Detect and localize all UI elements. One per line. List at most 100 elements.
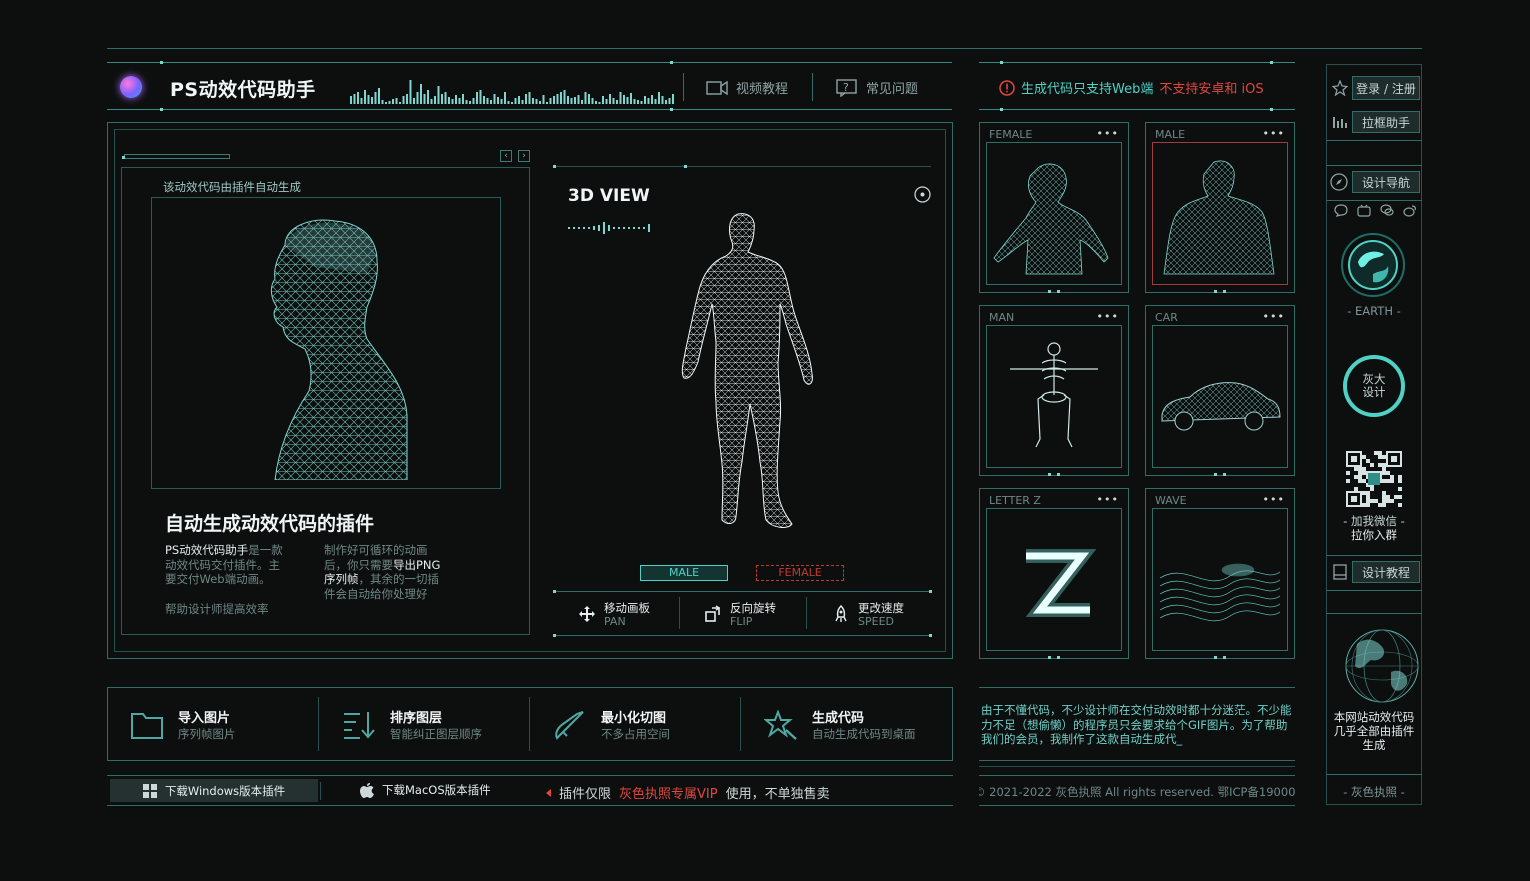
download-windows-button[interactable]: 下载Windows版本插件 bbox=[110, 779, 318, 802]
download-mac-label: 下载MacOS版本插件 bbox=[382, 783, 491, 797]
generate-sub: 自动生成代码到桌面 bbox=[812, 727, 916, 741]
windows-logo-icon bbox=[142, 783, 157, 798]
caret-left-icon bbox=[546, 788, 551, 797]
minimize-sub: 不多占用空间 bbox=[601, 727, 670, 741]
male-tab[interactable]: MALE bbox=[640, 565, 728, 581]
wechat-icon[interactable] bbox=[1380, 204, 1394, 217]
sort-layers-icon bbox=[344, 711, 375, 739]
brand-circle[interactable]: 灰大 设计 bbox=[1343, 355, 1405, 417]
bilibili-icon[interactable] bbox=[1357, 204, 1371, 217]
faq-label: 常见问题 bbox=[866, 82, 919, 97]
book-icon bbox=[1333, 564, 1347, 580]
female-tab[interactable]: FEMALE bbox=[756, 565, 844, 581]
thumbnail-card[interactable]: FEMALE ••• bbox=[979, 122, 1129, 293]
question-mark-icon: ? bbox=[836, 78, 857, 97]
download-windows-label: 下载Windows版本插件 bbox=[164, 783, 286, 798]
more-dots-icon[interactable]: ••• bbox=[1263, 493, 1285, 506]
bar-chart-icon bbox=[1333, 117, 1347, 128]
notice-text: 生成代码只支持Web端 bbox=[1021, 82, 1154, 97]
design-nav-button[interactable]: 设计导航 bbox=[1352, 171, 1420, 193]
import-images-tool[interactable]: 导入图片 序列帧图片 bbox=[130, 707, 236, 742]
thumbnail-card[interactable]: CAR ••• bbox=[1145, 305, 1295, 476]
left-desc-1: PS动效代码助手是一款动效代码交付插件。主要交付Web端动画。 bbox=[165, 543, 290, 587]
video-tutorial-label: 视频教程 bbox=[736, 82, 789, 97]
left-desc-3: 帮助设计师提高效率 bbox=[165, 602, 269, 616]
copyright: © 2021-2022 灰色执照 All rights reserved. 鄂I… bbox=[979, 785, 1295, 799]
speed-sub: SPEED bbox=[858, 615, 894, 628]
faq-link[interactable]: ? 常见问题 bbox=[836, 78, 918, 97]
thumbnail-image bbox=[1163, 160, 1275, 275]
generated-caption: 该动效代码由插件自动生成 bbox=[163, 180, 301, 194]
earth-orb-icon bbox=[1341, 233, 1405, 297]
more-dots-icon[interactable]: ••• bbox=[1263, 127, 1285, 140]
left-desc-2: 制作好可循环的动画后，你只需要导出PNG序列帧，其余的一切插件会自动给你处理好 bbox=[324, 543, 449, 601]
thumbnail-label: FEMALE bbox=[989, 128, 1033, 141]
thumbnail-image bbox=[1025, 549, 1097, 617]
more-dots-icon[interactable]: ••• bbox=[1097, 493, 1119, 506]
more-dots-icon[interactable]: ••• bbox=[1263, 310, 1285, 323]
generate-code-tool[interactable]: 生成代码 自动生成代码到桌面 bbox=[764, 707, 916, 742]
video-tutorial-link[interactable]: 视频教程 bbox=[706, 78, 788, 97]
wireframe-male-body-model bbox=[681, 213, 813, 528]
thumbnail-label: CAR bbox=[1155, 311, 1178, 324]
barchart-helper-button[interactable]: 拉框助手 bbox=[1352, 111, 1420, 133]
vip-notice-post: 使用，不单独售卖 bbox=[725, 787, 830, 802]
speed-label: 更改速度 bbox=[858, 601, 904, 615]
user-star-icon bbox=[1332, 80, 1348, 96]
video-camera-icon bbox=[706, 80, 728, 95]
earth-label: - EARTH - bbox=[1347, 304, 1401, 318]
plugin-name: PS动效代码助手 bbox=[165, 543, 249, 557]
audio-bars-decoration bbox=[350, 80, 674, 104]
pan-control[interactable]: 移动画板 PAN bbox=[578, 600, 650, 628]
view3d-title: 3D VIEW bbox=[568, 186, 650, 206]
sort-layers-tool[interactable]: 排序图层 智能纠正图层顺序 bbox=[342, 707, 482, 742]
thumbnail-card[interactable]: MAN ••• bbox=[979, 305, 1129, 476]
flip-label: 反向旋转 bbox=[730, 601, 776, 615]
thumbnail-card[interactable]: WAVE ••• bbox=[1145, 488, 1295, 659]
weibo-icon[interactable] bbox=[1403, 204, 1417, 217]
more-dots-icon[interactable]: ••• bbox=[1097, 127, 1119, 140]
thumbnail-image bbox=[993, 163, 1109, 275]
platform-notice: 生成代码只支持Web端 不支持安卓和 iOS bbox=[999, 78, 1264, 97]
import-title: 导入图片 bbox=[178, 711, 231, 726]
apple-logo-icon bbox=[360, 783, 374, 798]
magic-star-icon bbox=[764, 709, 797, 740]
sidebar-footer: - 灰色执照 - bbox=[1343, 785, 1405, 799]
next-arrow-button[interactable]: › bbox=[518, 150, 530, 162]
wechat-caption-2: 拉你入群 bbox=[1351, 528, 1397, 542]
prev-arrow-button[interactable]: ‹ bbox=[500, 150, 512, 162]
design-tutorial-button[interactable]: 设计教程 bbox=[1352, 561, 1420, 583]
vip-notice-highlight: 灰色执照专属VIP bbox=[619, 787, 718, 802]
sort-title: 排序图层 bbox=[390, 711, 443, 726]
thumbnail-card[interactable]: LETTER Z ••• bbox=[979, 488, 1129, 659]
thumbnail-label: MALE bbox=[1155, 128, 1186, 141]
thumbnail-image bbox=[1161, 382, 1281, 431]
knife-icon bbox=[555, 710, 584, 740]
chat-bubble-icon[interactable] bbox=[1334, 204, 1348, 217]
flip-sub: FLIP bbox=[730, 615, 753, 628]
more-dots-icon[interactable]: ••• bbox=[1097, 310, 1119, 323]
svg-text:?: ? bbox=[843, 81, 849, 94]
right-description: 由于不懂代码，不少设计师在交付动效时都十分迷茫。不少能力不足（想偷懒）的程序员只… bbox=[981, 703, 1292, 746]
app-title: PS动效代码助手 bbox=[170, 79, 316, 101]
sort-sub: 智能纠正图层顺序 bbox=[390, 727, 482, 741]
flip-icon bbox=[705, 605, 721, 622]
globe-caption: 本网站动效代码几乎全部由插件生成 bbox=[1333, 710, 1415, 752]
flip-control[interactable]: 反向旋转 FLIP bbox=[704, 600, 776, 628]
wechat-qr-code bbox=[1346, 451, 1402, 507]
left-heading: 自动生成动效代码的插件 bbox=[165, 513, 375, 535]
login-register-button[interactable]: 登录 / 注册 bbox=[1352, 76, 1420, 100]
minimize-slice-tool[interactable]: 最小化切图 不多占用空间 bbox=[553, 707, 670, 742]
thumbnail-label: LETTER Z bbox=[989, 494, 1041, 507]
target-icon[interactable] bbox=[914, 186, 931, 203]
rocket-icon bbox=[835, 605, 847, 622]
pan-label: 移动画板 bbox=[604, 601, 650, 615]
alert-circle-icon bbox=[999, 79, 1015, 96]
thumbnail-label: WAVE bbox=[1155, 494, 1187, 507]
notice-warning: 不支持安卓和 iOS bbox=[1159, 82, 1264, 97]
speed-control[interactable]: 更改速度 SPEED bbox=[832, 600, 904, 628]
compass-icon bbox=[1330, 173, 1348, 191]
minimize-title: 最小化切图 bbox=[601, 711, 667, 726]
download-mac-button[interactable]: 下载MacOS版本插件 bbox=[360, 782, 491, 798]
thumbnail-card[interactable]: MALE ••• bbox=[1145, 122, 1295, 293]
